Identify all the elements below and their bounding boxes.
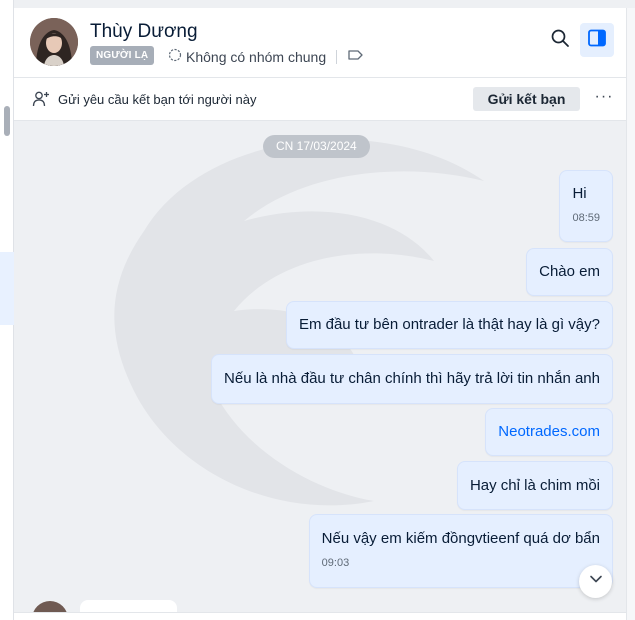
send-friend-request-button[interactable]: Gửi kết bạn (473, 87, 580, 111)
search-icon (550, 28, 570, 53)
contact-name: Thùy Dương (90, 21, 198, 42)
message-text: Nếu là nhà đầu tư chân chính thì hãy trả… (224, 370, 600, 387)
tag-icon[interactable] (347, 48, 365, 65)
message-time: 09:03 (321, 557, 350, 569)
more-options-button[interactable]: ··· (592, 88, 616, 110)
sidebar-toggle-icon (587, 28, 607, 53)
message-text: Hay chỉ là chim mồi (469, 477, 600, 494)
message-text: Hi (572, 185, 587, 202)
search-button[interactable] (543, 23, 577, 57)
selected-conversation-highlight (0, 252, 14, 325)
message-bubble[interactable]: Nếu là nhà đầu tư chân chính thì hãy trả… (211, 354, 613, 404)
message-bubble[interactable]: Hay chỉ là chim mồi (456, 461, 613, 510)
message-bubble[interactable]: Em đầu tư bên ontrader là thật hay là gì… (285, 301, 613, 349)
add-friend-icon (32, 90, 50, 113)
message-link[interactable]: Neotrades.com (498, 423, 600, 441)
group-info[interactable]: Không có nhóm chung (168, 48, 365, 65)
date-separator: CN 17/03/2024 (263, 135, 370, 158)
scroll-to-bottom-button[interactable] (579, 565, 612, 598)
message-text: Nếu vậy em kiếm đồngvtieenf quá dơ bẩn (321, 530, 600, 547)
divider (336, 49, 338, 64)
group-circle-icon (168, 48, 182, 65)
message-text: Em đầu tư bên ontrader là thật hay là gì… (298, 316, 600, 333)
right-panel-edge (626, 8, 635, 620)
stranger-badge: NGƯỜI LẠ (90, 46, 155, 65)
message-bubble[interactable]: Nếu vậy em kiếm đồngvtieenf quá dơ bẩn 0… (308, 514, 613, 588)
avatar[interactable] (30, 18, 78, 66)
friend-request-text: Gửi yêu cầu kết bạn tới người này (58, 92, 257, 107)
message-bubble[interactable]: Chào em (526, 248, 613, 296)
conversation-list-edge (0, 0, 14, 620)
sidebar-toggle-button[interactable] (580, 23, 614, 57)
friend-request-bar: Gửi yêu cầu kết bạn tới người này Gửi kế… (14, 78, 626, 121)
message-bubble-link[interactable]: Neotrades.com (485, 408, 613, 456)
message-time: 08:59 (572, 212, 600, 224)
message-area[interactable]: CN 17/03/2024 Hi 08:59 Chào em Em đầu tư… (14, 121, 626, 612)
conversation-list-scrollbar[interactable] (4, 106, 10, 136)
composer-edge (14, 612, 626, 620)
message-text: Chào em (539, 263, 600, 280)
chat-header: Thùy Dương NGƯỜI LẠ Không có nhóm chung (14, 8, 626, 78)
window-top-edge (14, 0, 635, 8)
incoming-message-bubble[interactable] (80, 600, 177, 612)
group-info-text: Không có nhóm chung (186, 48, 327, 65)
avatar[interactable] (32, 601, 68, 612)
chevron-down-icon (588, 571, 604, 592)
message-bubble[interactable]: Hi 08:59 (559, 170, 613, 242)
